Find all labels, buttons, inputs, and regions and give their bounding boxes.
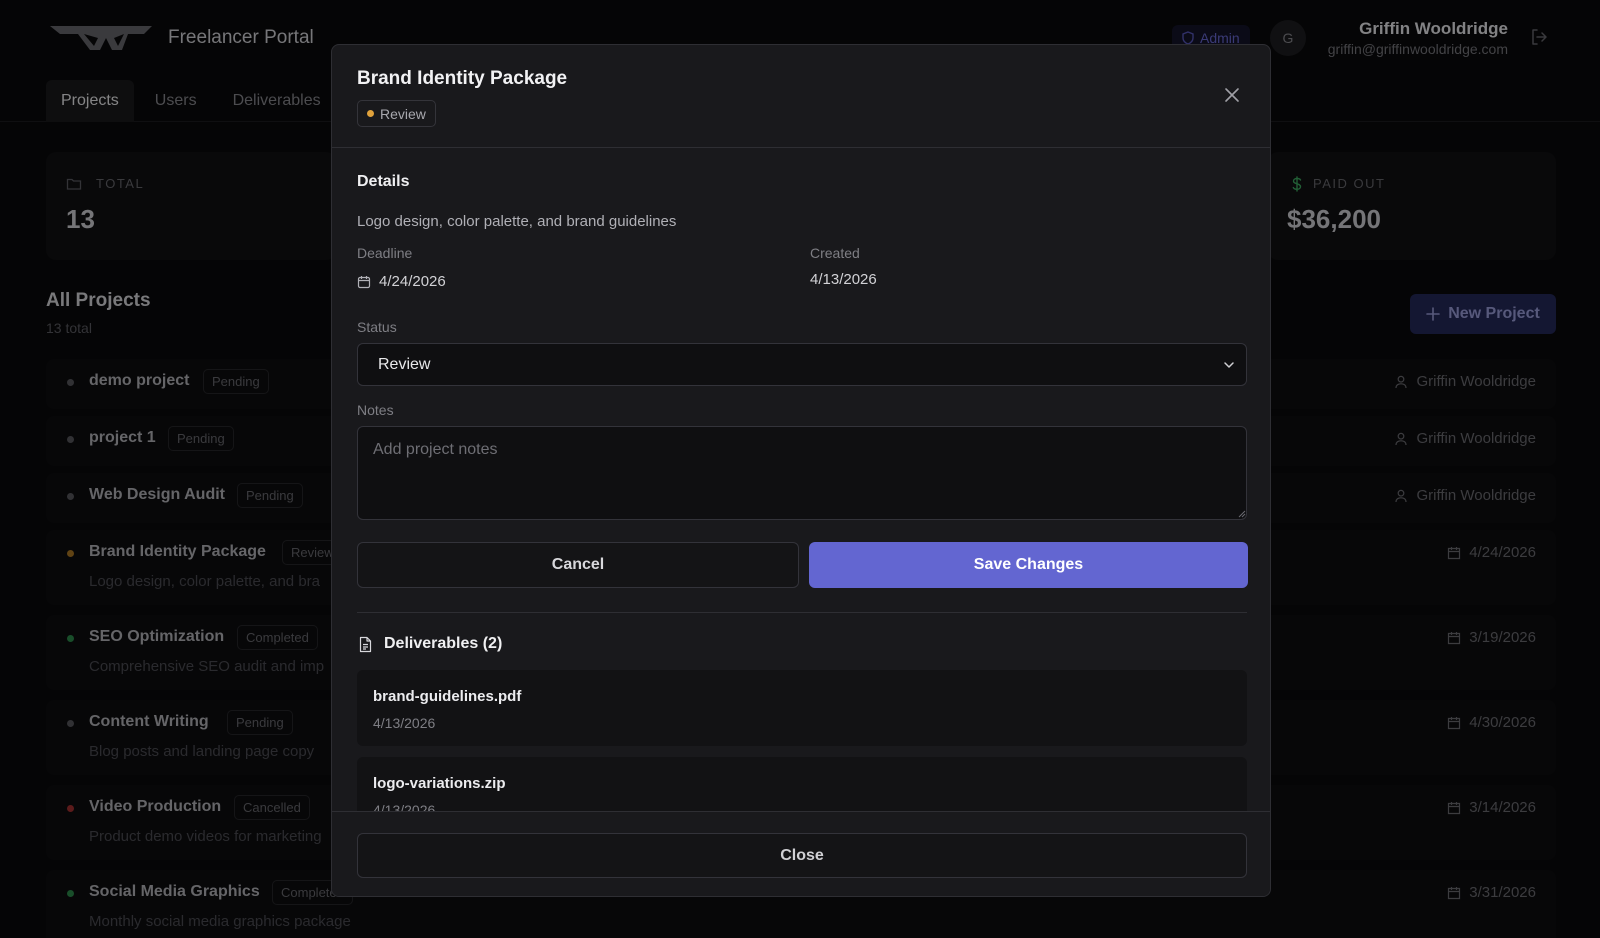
cancel-button[interactable]: Cancel	[357, 542, 799, 588]
notes-textarea[interactable]	[357, 426, 1247, 520]
details-heading: Details	[357, 173, 410, 190]
deadline-label: Deadline	[357, 245, 413, 261]
resize-handle-icon[interactable]	[1238, 510, 1246, 518]
modal-footer: Close	[332, 811, 1270, 896]
deliverable-date: 4/13/2026	[373, 715, 436, 731]
deliverable-item[interactable]: brand-guidelines.pdf 4/13/2026	[357, 670, 1247, 746]
deliverables-list[interactable]: brand-guidelines.pdf 4/13/2026 logo-vari…	[332, 670, 1270, 811]
deliverable-name: logo-variations.zip	[373, 775, 506, 792]
deadline-date: 4/24/2026	[379, 273, 446, 290]
deliverable-date: 4/13/2026	[373, 802, 436, 811]
project-detail-modal: Brand Identity Package Review Details Lo…	[331, 44, 1271, 897]
deliverable-name: brand-guidelines.pdf	[373, 688, 522, 705]
status-select[interactable]: Review	[357, 343, 1247, 386]
project-description: Logo design, color palette, and brand gu…	[357, 213, 677, 230]
status-select-value: Review	[378, 355, 431, 373]
status-badge-label: Review	[380, 105, 426, 122]
status-dot-icon	[367, 110, 374, 117]
status-label: Status	[357, 319, 397, 335]
status-badge: Review	[357, 100, 436, 127]
modal-header: Brand Identity Package Review	[332, 45, 1270, 148]
deliverable-item[interactable]: logo-variations.zip 4/13/2026	[357, 757, 1247, 811]
deliverables-heading: Deliverables (2)	[357, 635, 502, 653]
created-value: 4/13/2026	[810, 271, 877, 288]
file-text-icon	[359, 636, 372, 652]
deadline-value: 4/24/2026	[357, 273, 446, 290]
calendar-icon	[357, 275, 371, 288]
close-icon[interactable]	[1223, 86, 1241, 104]
close-button[interactable]: Close	[357, 833, 1247, 878]
notes-label: Notes	[357, 402, 394, 418]
chevron-down-icon	[1224, 362, 1234, 368]
deliverables-heading-label: Deliverables (2)	[384, 635, 503, 652]
modal-title: Brand Identity Package	[357, 68, 568, 89]
save-changes-button[interactable]: Save Changes	[809, 542, 1248, 588]
section-divider	[357, 612, 1247, 613]
created-label: Created	[810, 245, 860, 261]
